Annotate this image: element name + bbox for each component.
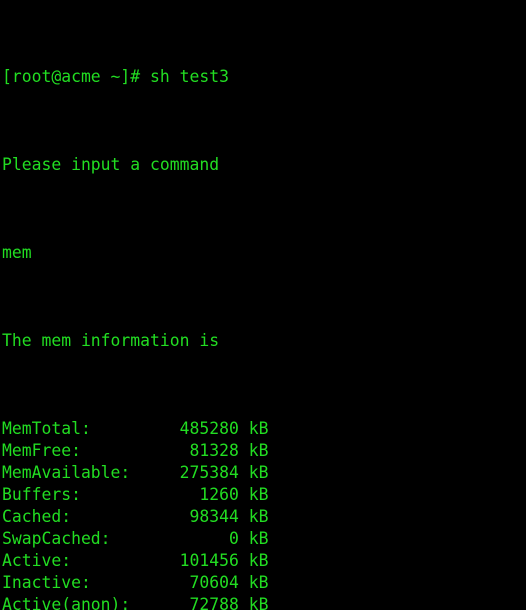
meminfo-value: 81328 [189,441,239,460]
meminfo-unit: kB [248,419,269,438]
meminfo-label: Active: [2,551,72,570]
meminfo-row: MemAvailable: 275384 kB [0,462,526,484]
terminal-window[interactable]: [root@acme ~]# sh test3 Please input a c… [0,0,526,610]
meminfo-row: MemTotal: 485280 kB [0,418,526,440]
meminfo-row: Active: 101456 kB [0,550,526,572]
meminfo-unit: kB [248,573,269,592]
meminfo-unit: kB [248,595,269,610]
meminfo-table: MemTotal: 485280 kB MemFree: 81328 kB MemA… [0,418,526,610]
meminfo-label: MemTotal: [2,419,91,438]
meminfo-label: Cached: [2,507,72,526]
meminfo-unit: kB [248,485,269,504]
meminfo-value: 72788 [189,595,239,610]
meminfo-row: Buffers: 1260 kB [0,484,526,506]
meminfo-value: 485280 [179,419,239,438]
meminfo-value: 70604 [189,573,239,592]
meminfo-value: 98344 [189,507,239,526]
meminfo-unit: kB [248,551,269,570]
meminfo-row: MemFree: 81328 kB [0,440,526,462]
meminfo-label: Active(anon): [2,595,131,610]
meminfo-unit: kB [248,441,269,460]
meminfo-label: SwapCached: [2,529,111,548]
meminfo-unit: kB [248,529,269,548]
meminfo-row: SwapCached: 0 kB [0,528,526,550]
meminfo-row: Cached: 98344 kB [0,506,526,528]
meminfo-value: 0 [228,529,239,548]
meminfo-value: 101456 [179,551,239,570]
meminfo-unit: kB [248,507,269,526]
meminfo-unit: kB [248,463,269,482]
meminfo-label: Buffers: [2,485,81,504]
meminfo-value: 1260 [199,485,239,504]
meminfo-value: 275384 [179,463,239,482]
meminfo-label: Inactive: [2,573,91,592]
user-input-echo-mem: mem [2,243,32,262]
meminfo-row: Active(anon): 72788 kB [0,594,526,610]
output-line-prompt-request: Please input a command [2,155,220,174]
meminfo-label: MemAvailable: [2,463,131,482]
meminfo-row: Inactive: 70604 kB [0,572,526,594]
output-line-mem-header: The mem information is [2,331,220,350]
meminfo-label: MemFree: [2,441,81,460]
shell-prompt-line: [root@acme ~]# sh test3 [2,67,229,86]
